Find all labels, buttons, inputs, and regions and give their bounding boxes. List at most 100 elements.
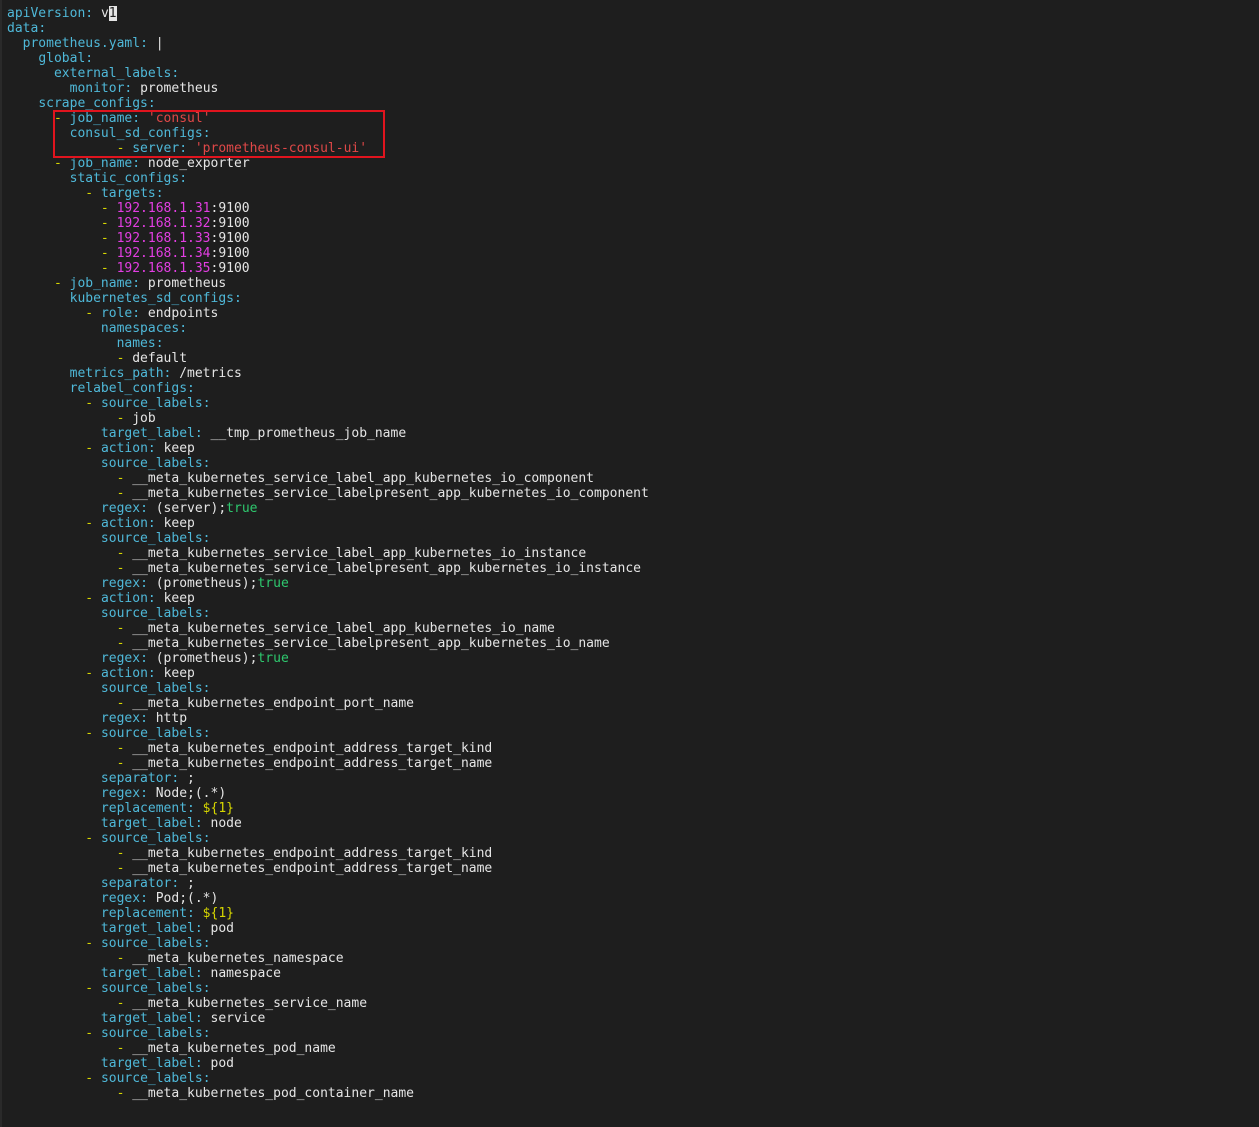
code-line[interactable]: data: bbox=[7, 21, 1247, 36]
code-line[interactable]: - __meta_kubernetes_pod_name bbox=[7, 1041, 1247, 1056]
code-line[interactable]: source_labels: bbox=[7, 681, 1247, 696]
code-line[interactable]: consul_sd_configs: bbox=[7, 126, 1247, 141]
yaml-key: replacement bbox=[100, 801, 188, 816]
code-line[interactable]: source_labels: bbox=[7, 456, 1247, 471]
code-line[interactable]: - job_name: 'consul' bbox=[7, 111, 1247, 126]
code-line[interactable]: - action: keep bbox=[7, 591, 1247, 606]
code-line[interactable]: target_label: pod bbox=[7, 921, 1247, 936]
code-line[interactable]: replacement: ${1} bbox=[7, 801, 1247, 816]
code-line[interactable]: - source_labels: bbox=[7, 1026, 1247, 1041]
code-line[interactable]: metrics_path: /metrics bbox=[7, 366, 1247, 381]
code-line[interactable]: static_configs: bbox=[7, 171, 1247, 186]
yaml-key: replacement bbox=[100, 906, 188, 921]
code-line[interactable]: replacement: ${1} bbox=[7, 906, 1247, 921]
code-line[interactable]: - 192.168.1.33:9100 bbox=[7, 231, 1247, 246]
code-line[interactable]: separator: ; bbox=[7, 771, 1247, 786]
code-line[interactable]: monitor: prometheus bbox=[7, 81, 1247, 96]
code-line[interactable]: scrape_configs: bbox=[7, 96, 1247, 111]
code-line[interactable]: source_labels: bbox=[7, 531, 1247, 546]
code-line[interactable]: - 192.168.1.32:9100 bbox=[7, 216, 1247, 231]
code-line[interactable]: target_label: service bbox=[7, 1011, 1247, 1026]
code-line[interactable]: - server: 'prometheus-consul-ui' bbox=[7, 141, 1247, 156]
yaml-key: names bbox=[116, 336, 156, 351]
text: __meta_kubernetes_service_labelpresent_a… bbox=[132, 636, 610, 651]
code-line[interactable]: namespaces: bbox=[7, 321, 1247, 336]
code-line[interactable]: source_labels: bbox=[7, 606, 1247, 621]
code-line[interactable]: separator: ; bbox=[7, 876, 1247, 891]
text bbox=[7, 396, 85, 411]
code-editor[interactable]: apiVersion: v1 data: prometheus.yaml: | g… bbox=[7, 6, 1247, 1101]
code-line[interactable]: - __meta_kubernetes_service_labelpresent… bbox=[7, 636, 1247, 651]
code-line[interactable]: - __meta_kubernetes_endpoint_port_name bbox=[7, 696, 1247, 711]
code-line[interactable]: regex: (prometheus);true bbox=[7, 576, 1247, 591]
code-line[interactable]: - action: keep bbox=[7, 441, 1247, 456]
text bbox=[7, 741, 117, 756]
text: __meta_kubernetes_service_labelpresent_a… bbox=[132, 486, 649, 501]
punctuation: : bbox=[202, 126, 211, 141]
code-line[interactable]: names: bbox=[7, 336, 1247, 351]
code-line[interactable]: external_labels: bbox=[7, 66, 1247, 81]
list-dash: - bbox=[85, 441, 101, 456]
code-line[interactable]: prometheus.yaml: | bbox=[7, 36, 1247, 51]
code-line[interactable]: regex: (server);true bbox=[7, 501, 1247, 516]
text: pod bbox=[210, 921, 234, 936]
code-line[interactable]: - __meta_kubernetes_service_label_app_ku… bbox=[7, 621, 1247, 636]
code-line[interactable]: kubernetes_sd_configs: bbox=[7, 291, 1247, 306]
code-line[interactable]: - role: endpoints bbox=[7, 306, 1247, 321]
yaml-key: target_label bbox=[100, 426, 195, 441]
code-line[interactable]: target_label: pod bbox=[7, 1056, 1247, 1071]
code-line[interactable]: regex: (prometheus);true bbox=[7, 651, 1247, 666]
text: __tmp_prometheus_job_name bbox=[210, 426, 407, 441]
code-line[interactable]: - default bbox=[7, 351, 1247, 366]
code-line[interactable]: apiVersion: v1 bbox=[7, 6, 1247, 21]
code-line[interactable]: target_label: __tmp_prometheus_job_name bbox=[7, 426, 1247, 441]
code-line[interactable]: - targets: bbox=[7, 186, 1247, 201]
code-line[interactable]: regex: Node;(.*) bbox=[7, 786, 1247, 801]
code-line[interactable]: - __meta_kubernetes_endpoint_address_tar… bbox=[7, 861, 1247, 876]
code-line[interactable]: - source_labels: bbox=[7, 1071, 1247, 1086]
code-line[interactable]: - __meta_kubernetes_pod_container_name bbox=[7, 1086, 1247, 1101]
code-line[interactable]: - __meta_kubernetes_service_label_app_ku… bbox=[7, 471, 1247, 486]
code-line[interactable]: - __meta_kubernetes_service_labelpresent… bbox=[7, 561, 1247, 576]
yaml-key: target_label bbox=[100, 1011, 195, 1026]
list-dash: - bbox=[116, 621, 133, 636]
code-line[interactable]: - job bbox=[7, 411, 1247, 426]
punctuation: : bbox=[85, 6, 101, 21]
yaml-key: relabel_configs bbox=[69, 381, 188, 396]
code-line[interactable]: - __meta_kubernetes_endpoint_address_tar… bbox=[7, 756, 1247, 771]
text bbox=[7, 156, 54, 171]
code-line[interactable]: - 192.168.1.31:9100 bbox=[7, 201, 1247, 216]
code-line[interactable]: - job_name: prometheus bbox=[7, 276, 1247, 291]
text: :9100 bbox=[210, 246, 250, 261]
code-line[interactable]: target_label: node bbox=[7, 816, 1247, 831]
yaml-key: global bbox=[38, 51, 86, 66]
code-line[interactable]: - source_labels: bbox=[7, 981, 1247, 996]
punctuation: : bbox=[202, 936, 211, 951]
text: ; bbox=[187, 771, 195, 786]
text bbox=[7, 546, 117, 561]
code-line[interactable]: - __meta_kubernetes_service_labelpresent… bbox=[7, 486, 1247, 501]
code-line[interactable]: - __meta_kubernetes_namespace bbox=[7, 951, 1247, 966]
code-line[interactable]: regex: Pod;(.*) bbox=[7, 891, 1247, 906]
code-line[interactable]: relabel_configs: bbox=[7, 381, 1247, 396]
code-line[interactable]: - action: keep bbox=[7, 516, 1247, 531]
code-line[interactable]: - source_labels: bbox=[7, 726, 1247, 741]
text: __meta_kubernetes_endpoint_address_targe… bbox=[132, 756, 493, 771]
code-line[interactable]: - __meta_kubernetes_service_name bbox=[7, 996, 1247, 1011]
code-line[interactable]: regex: http bbox=[7, 711, 1247, 726]
code-line[interactable]: - 192.168.1.34:9100 bbox=[7, 246, 1247, 261]
code-line[interactable]: - __meta_kubernetes_service_label_app_ku… bbox=[7, 546, 1247, 561]
code-line[interactable]: global: bbox=[7, 51, 1247, 66]
code-line[interactable]: - action: keep bbox=[7, 666, 1247, 681]
yaml-key: target_label bbox=[100, 921, 195, 936]
yaml-key: source_labels bbox=[100, 726, 203, 741]
code-line[interactable]: - source_labels: bbox=[7, 936, 1247, 951]
code-line[interactable]: - 192.168.1.35:9100 bbox=[7, 261, 1247, 276]
code-line[interactable]: - __meta_kubernetes_endpoint_address_tar… bbox=[7, 741, 1247, 756]
text: __meta_kubernetes_service_name bbox=[132, 996, 368, 1011]
code-line[interactable]: - source_labels: bbox=[7, 396, 1247, 411]
code-line[interactable]: - source_labels: bbox=[7, 831, 1247, 846]
code-line[interactable]: - job_name: node_exporter bbox=[7, 156, 1247, 171]
code-line[interactable]: - __meta_kubernetes_endpoint_address_tar… bbox=[7, 846, 1247, 861]
code-line[interactable]: target_label: namespace bbox=[7, 966, 1247, 981]
